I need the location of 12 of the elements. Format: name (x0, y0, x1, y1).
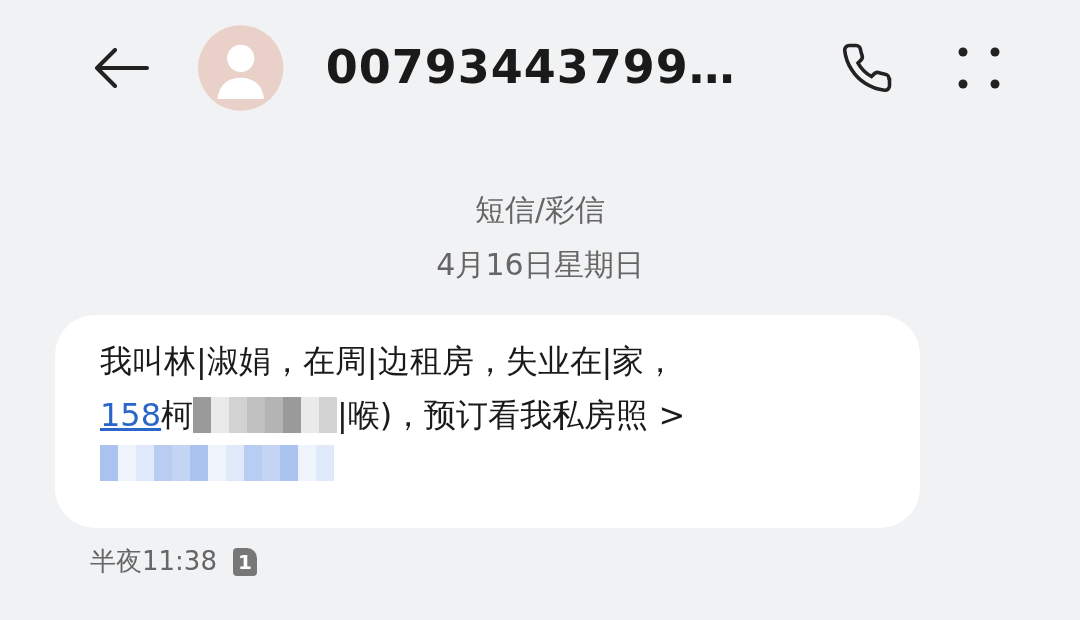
message-time: 半夜11:38 (90, 545, 217, 578)
channel-label: 短信/彩信 (474, 191, 606, 229)
phone-number-link[interactable]: 158 (100, 391, 162, 439)
contact-title: 00793443799… (325, 39, 736, 96)
back-arrow-icon (93, 47, 150, 88)
message-text: 柯 (161, 395, 194, 436)
more-icon (956, 45, 1001, 90)
message-text: |喉)，预订看我私房照 > (337, 395, 686, 436)
avatar-icon (198, 23, 284, 112)
date-label: 4月16日星期日 (436, 246, 644, 284)
sim-badge: 1 (232, 547, 257, 576)
message-text: 我叫林|淑娟，在周|边租房，失业在|家， (100, 341, 678, 382)
